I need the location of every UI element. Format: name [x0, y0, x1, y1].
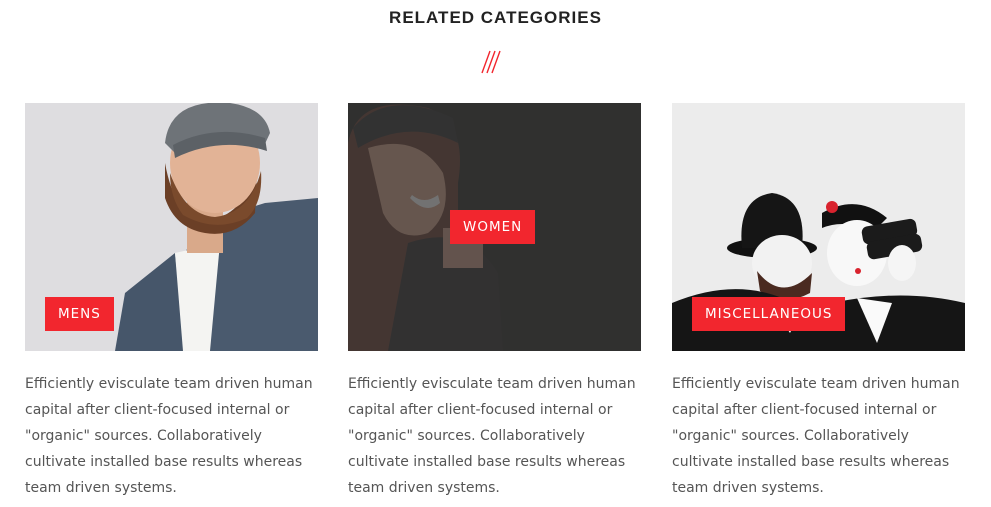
category-tag-mens[interactable]: MENS [45, 297, 114, 331]
category-card-miscellaneous[interactable]: MISCELLANEOUS Efficiently evisculate tea… [672, 103, 965, 501]
category-description: Efficiently evisculate team driven human… [25, 376, 313, 496]
category-description: Efficiently evisculate team driven human… [672, 376, 960, 496]
category-tag-miscellaneous[interactable]: MISCELLANEOUS [692, 297, 846, 331]
woman-laughing-photo[interactable]: WOMEN [348, 103, 641, 351]
slash-divider-icon [481, 50, 501, 74]
category-card-mens[interactable]: MENS Efficiently evisculate team driven … [25, 103, 318, 501]
category-tag-women[interactable]: WOMEN [450, 210, 536, 244]
mimes-with-binoculars-photo[interactable]: MISCELLANEOUS [672, 103, 965, 351]
man-with-beanie-photo[interactable]: MENS [25, 103, 318, 351]
category-card-women[interactable]: WOMEN Efficiently evisculate team driven… [348, 103, 641, 501]
category-description: Efficiently evisculate team driven human… [348, 376, 636, 496]
section-title: RELATED CATEGORIES [389, 8, 602, 27]
